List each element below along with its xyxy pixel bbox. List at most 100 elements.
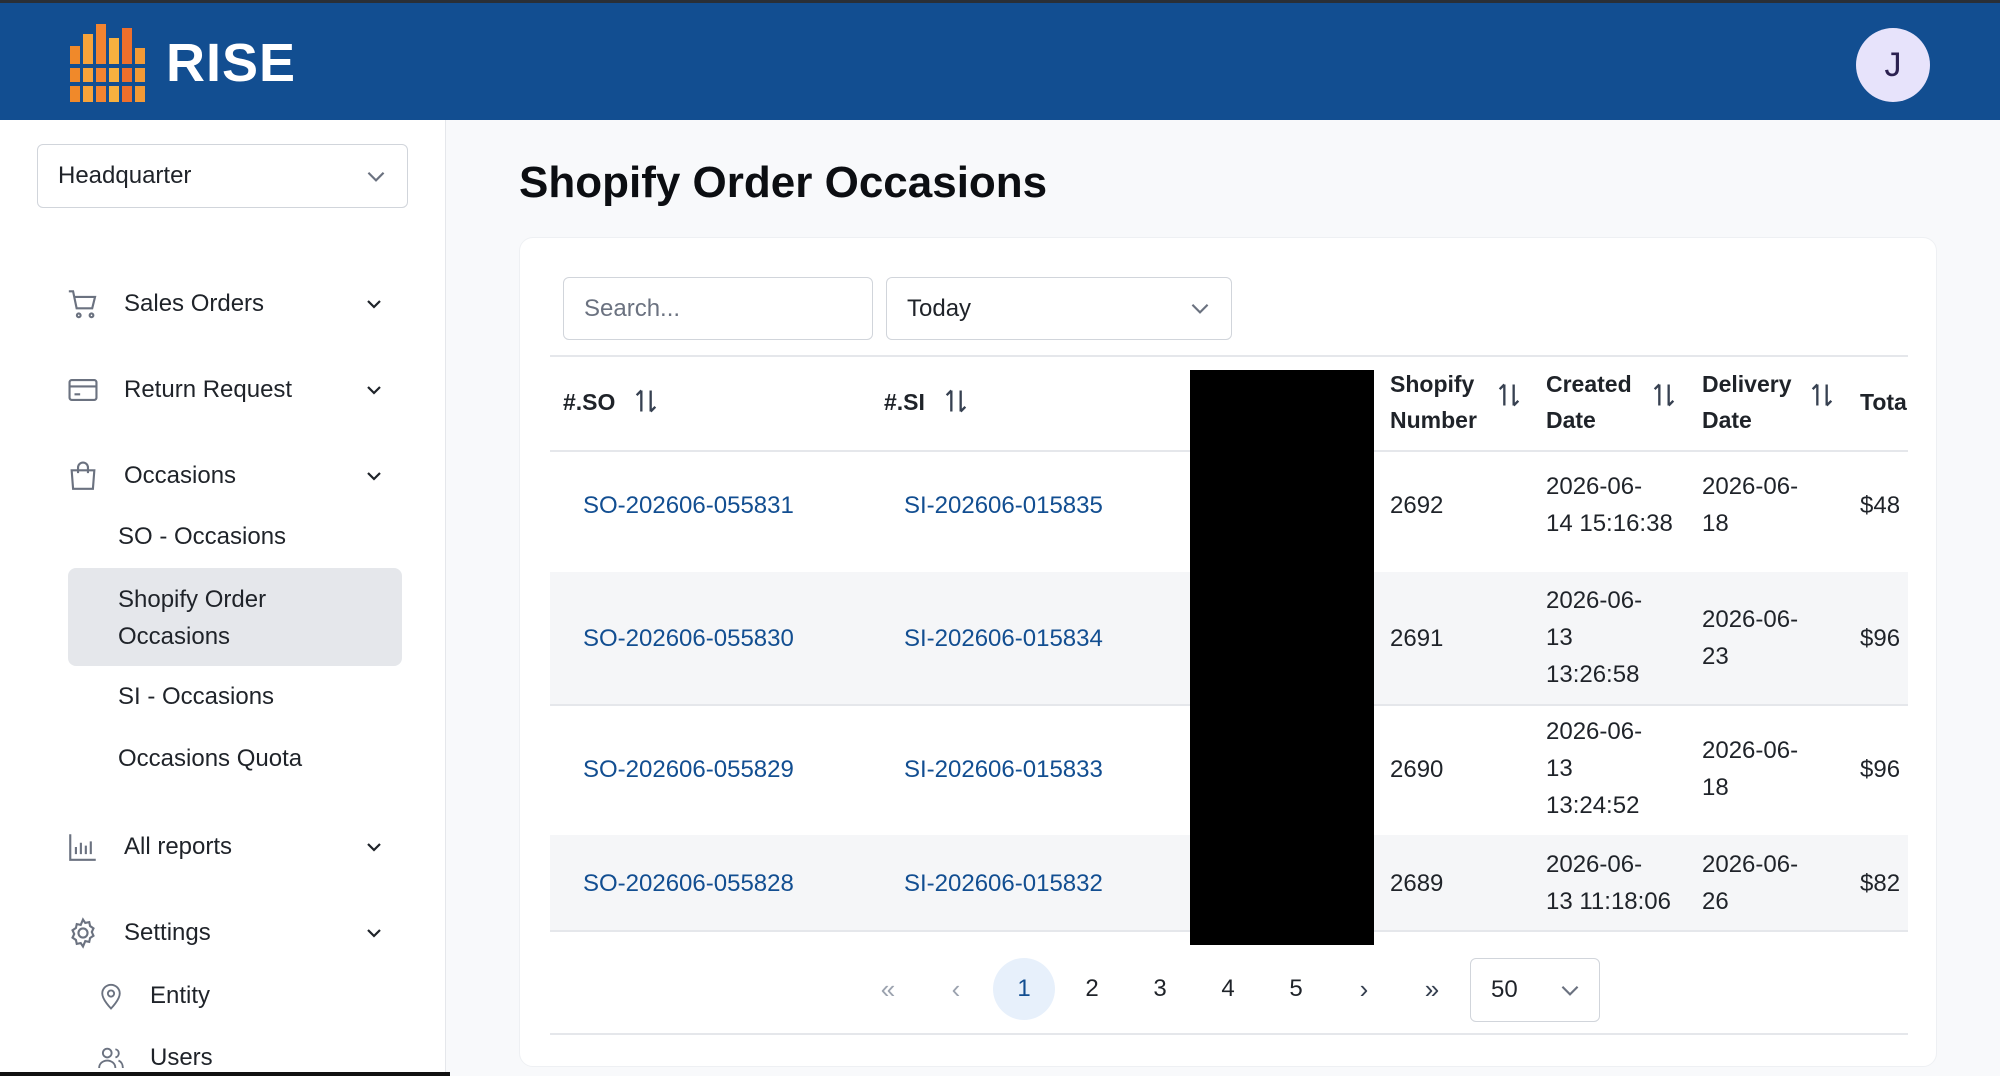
page-button[interactable]: 5 bbox=[1265, 958, 1327, 1020]
divider bbox=[550, 1033, 1908, 1035]
map-pin-icon bbox=[96, 979, 126, 1013]
date-filter-value: Today bbox=[907, 294, 972, 322]
per-page-select[interactable]: 50 bbox=[1470, 958, 1600, 1022]
app-name: RISE bbox=[166, 33, 297, 93]
chevron-down-icon bbox=[367, 171, 385, 182]
created-date-line: 14 15:16:38 bbox=[1546, 510, 1673, 537]
total-amount: $82 bbox=[1860, 870, 1901, 897]
divider bbox=[550, 355, 1908, 357]
sidebar-subitem-occasions-quota[interactable]: Occasions Quota bbox=[118, 745, 302, 773]
column-header-si[interactable]: #.SI bbox=[884, 384, 925, 420]
si-link[interactable]: SI-202606-015835 bbox=[904, 487, 1103, 524]
sidebar-item-sales-orders[interactable]: Sales Orders bbox=[66, 282, 386, 326]
delivery-date-line: 26 bbox=[1702, 888, 1729, 915]
chevron-down-icon[interactable] bbox=[362, 464, 386, 488]
sort-icon[interactable] bbox=[1650, 381, 1678, 409]
shopping-bag-icon bbox=[66, 459, 100, 493]
sidebar-subitem-users[interactable]: Users bbox=[96, 1036, 213, 1076]
credit-card-icon bbox=[66, 373, 100, 407]
created-date-line: 13:24:52 bbox=[1546, 792, 1640, 819]
sidebar-subitem-label: Shopify Order Occasions bbox=[118, 586, 267, 650]
sort-icon[interactable] bbox=[942, 387, 970, 415]
created-date-line: 2026-06- bbox=[1546, 851, 1643, 878]
column-header-delivery-date[interactable]: Delivery Date bbox=[1702, 366, 1802, 438]
sidebar-item-label: Settings bbox=[124, 919, 211, 946]
redacted-column bbox=[1190, 370, 1374, 945]
delivery-date-line: 23 bbox=[1702, 643, 1729, 670]
delivery-date-line: 18 bbox=[1702, 774, 1729, 801]
sidebar-item-label: All reports bbox=[124, 833, 233, 860]
so-link[interactable]: SO-202606-055828 bbox=[583, 865, 794, 902]
created-date-line: 2026-06- bbox=[1546, 718, 1643, 745]
created-date: 2026-06- 13 13:24:52 bbox=[1546, 713, 1642, 824]
first-page-button[interactable]: « bbox=[857, 958, 919, 1020]
sidebar-item-settings[interactable]: Settings bbox=[66, 911, 386, 955]
sidebar-subitem-si-occasions[interactable]: SI - Occasions bbox=[118, 683, 274, 711]
next-page-button[interactable]: › bbox=[1333, 958, 1395, 1020]
delivery-date: 2026-06- 23 bbox=[1702, 601, 1798, 675]
shopify-number: 2689 bbox=[1390, 870, 1444, 897]
date-filter-select[interactable]: Today bbox=[886, 277, 1232, 340]
sidebar-subitem-label: Users bbox=[150, 1044, 213, 1071]
search-input[interactable]: Search... bbox=[563, 277, 873, 340]
last-page-button[interactable]: » bbox=[1401, 958, 1463, 1020]
gear-icon bbox=[66, 916, 100, 950]
shopify-number: 2690 bbox=[1390, 756, 1444, 783]
sidebar-subitem-entity[interactable]: Entity bbox=[96, 974, 210, 1018]
column-header-so[interactable]: #.SO bbox=[563, 384, 615, 420]
so-link[interactable]: SO-202606-055831 bbox=[583, 487, 794, 524]
delivery-date-line: 2026-06- bbox=[1702, 473, 1799, 500]
column-header-total[interactable]: Tota bbox=[1860, 384, 1907, 420]
chevron-down-icon[interactable] bbox=[362, 921, 386, 945]
page-button[interactable]: 1 bbox=[993, 958, 1055, 1020]
created-date-line: 13:26:58 bbox=[1546, 661, 1640, 688]
sidebar-subitem-shopify-order-occasions[interactable]: Shopify Order Occasions bbox=[68, 568, 402, 666]
so-link[interactable]: SO-202606-055829 bbox=[583, 751, 794, 788]
created-date-line: 2026-06- bbox=[1546, 473, 1643, 500]
page-button[interactable]: 2 bbox=[1061, 958, 1123, 1020]
chevron-down-icon bbox=[1561, 985, 1579, 996]
sidebar: Headquarter Sales Orders Return Request … bbox=[0, 120, 446, 1076]
sidebar-item-label: Occasions bbox=[124, 462, 237, 489]
location-select[interactable]: Headquarter bbox=[37, 144, 408, 208]
per-page-value: 50 bbox=[1491, 976, 1518, 1003]
location-select-value: Headquarter bbox=[58, 162, 192, 189]
si-link[interactable]: SI-202606-015833 bbox=[904, 751, 1103, 788]
si-link[interactable]: SI-202606-015832 bbox=[904, 865, 1103, 902]
users-icon bbox=[96, 1041, 126, 1075]
column-header-shopify-number[interactable]: Shopify Number bbox=[1390, 366, 1490, 438]
chevron-down-icon[interactable] bbox=[362, 378, 386, 402]
sort-icon[interactable] bbox=[1495, 381, 1523, 409]
created-date-line: 2026-06- bbox=[1546, 587, 1643, 614]
delivery-date: 2026-06- 18 bbox=[1702, 732, 1798, 806]
sort-icon[interactable] bbox=[632, 387, 660, 415]
chevron-down-icon[interactable] bbox=[362, 292, 386, 316]
logo[interactable]: RISE bbox=[70, 21, 296, 105]
delivery-date-line: 18 bbox=[1702, 510, 1729, 537]
divider bbox=[0, 1072, 450, 1076]
delivery-date-line: 2026-06- bbox=[1702, 851, 1799, 878]
sidebar-item-occasions[interactable]: Occasions bbox=[66, 454, 386, 498]
sidebar-item-all-reports[interactable]: All reports bbox=[66, 825, 386, 869]
delivery-date: 2026-06- 26 bbox=[1702, 846, 1798, 920]
si-link[interactable]: SI-202606-015834 bbox=[904, 620, 1103, 657]
total-amount: $48 bbox=[1860, 492, 1901, 519]
total-amount: $96 bbox=[1860, 756, 1901, 783]
page-button[interactable]: 3 bbox=[1129, 958, 1191, 1020]
so-link[interactable]: SO-202606-055830 bbox=[583, 620, 794, 657]
chevron-down-icon[interactable] bbox=[362, 835, 386, 859]
cart-icon bbox=[66, 287, 100, 321]
bar-chart-icon bbox=[66, 830, 100, 864]
page-button[interactable]: 4 bbox=[1197, 958, 1259, 1020]
sidebar-item-return-request[interactable]: Return Request bbox=[66, 368, 386, 412]
created-date: 2026-06- 13 13:26:58 bbox=[1546, 582, 1642, 693]
created-date: 2026-06- 14 15:16:38 bbox=[1546, 468, 1673, 542]
user-avatar[interactable]: J bbox=[1856, 28, 1930, 102]
column-header-created-date[interactable]: Created Date bbox=[1546, 366, 1646, 438]
rise-logo-icon bbox=[70, 24, 146, 102]
top-navbar: RISE J bbox=[0, 0, 2000, 120]
prev-page-button[interactable]: ‹ bbox=[925, 958, 987, 1020]
orders-table: #.SO #.SI Shopify Number Created Date De… bbox=[550, 355, 1908, 1035]
sidebar-subitem-so-occasions[interactable]: SO - Occasions bbox=[118, 523, 286, 551]
sort-icon[interactable] bbox=[1808, 381, 1836, 409]
